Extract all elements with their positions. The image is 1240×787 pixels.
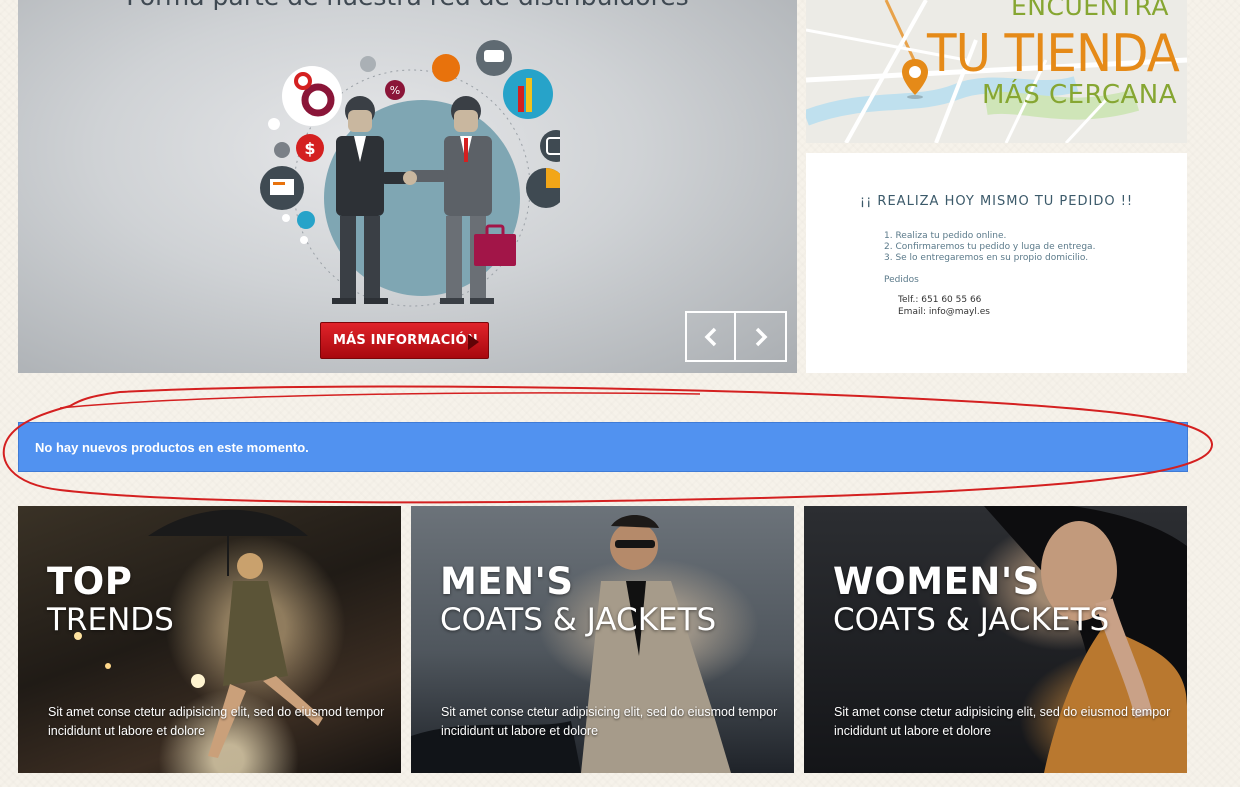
banner-description: Sit amet conse ctetur adipisicing elit, … — [834, 705, 1171, 738]
order-contact: Telf.: 651 60 55 66 Email: info@mayl.es — [898, 294, 990, 318]
order-step: 2. Confirmaremos tu pedido y luga de ent… — [884, 242, 1096, 252]
main-slider[interactable]: Forma parte de nuestra red de distribuid… — [18, 0, 797, 373]
banner-top-trends[interactable]: TOP TRENDS Sit amet conse ctetur adipisi… — [18, 506, 401, 773]
alert-message: No hay nuevos productos en este momento. — [35, 439, 309, 455]
banner-description: Sit amet conse ctetur adipisicing elit, … — [441, 705, 778, 738]
banner-womens-coats[interactable]: WOMEN'S COATS & JACKETS Sit amet conse c… — [804, 506, 1187, 773]
order-step: 1. Realiza tu pedido online. — [884, 231, 1007, 241]
handshake-illustration: % $ — [260, 40, 560, 307]
no-products-alert: No hay nuevos productos en este momento. — [18, 422, 1188, 472]
svg-text:%: % — [390, 84, 400, 97]
order-step: 3. Se lo entregaremos en su propio domic… — [884, 253, 1089, 263]
store-finder-banner[interactable]: ENCUENTRA TU TIENDA MÁS CERCANA — [806, 0, 1187, 143]
slider-nav — [685, 311, 787, 362]
phone-text: Telf.: 651 60 55 66 — [898, 295, 982, 305]
slider-title: Forma parte de nuestra red de distribuid… — [18, 0, 797, 11]
banner-subheading: COATS & JACKETS — [440, 602, 717, 638]
location-pin-icon — [902, 59, 928, 99]
slider-prev-button[interactable] — [687, 313, 737, 360]
banner-subheading: TRENDS — [47, 602, 174, 638]
chevron-right-icon — [755, 327, 767, 346]
banner-heading: WOMEN'S — [833, 560, 1040, 603]
banner-subheading: COATS & JACKETS — [833, 602, 1110, 638]
order-steps: 1. Realiza tu pedido online. 2. Confirma… — [884, 231, 1095, 264]
store-finder-line2: TU TIENDA — [927, 24, 1180, 84]
banner-heading: MEN'S — [440, 560, 574, 603]
slider-next-button[interactable] — [736, 313, 785, 360]
banner-description: Sit amet conse ctetur adipisicing elit, … — [48, 705, 385, 738]
store-finder-line1: ENCUENTRA — [1011, 0, 1169, 21]
more-info-button[interactable]: MÁS INFORMACIÓN — [320, 322, 489, 359]
play-arrow-icon — [468, 334, 479, 350]
banner-mens-coats[interactable]: MEN'S COATS & JACKETS Sit amet conse cte… — [411, 506, 794, 773]
svg-text:$: $ — [304, 139, 315, 158]
chevron-left-icon — [704, 327, 716, 346]
pedidos-label: Pedidos — [884, 275, 919, 285]
order-info-box: ¡¡ REALIZA HOY MISMO TU PEDIDO !! 1. Rea… — [806, 153, 1187, 373]
banner-heading: TOP — [47, 560, 133, 603]
order-title: ¡¡ REALIZA HOY MISMO TU PEDIDO !! — [859, 194, 1134, 209]
more-info-label: MÁS INFORMACIÓN — [333, 333, 478, 348]
email-text: Email: info@mayl.es — [898, 307, 990, 317]
store-finder-line3: MÁS CERCANA — [981, 80, 1177, 110]
